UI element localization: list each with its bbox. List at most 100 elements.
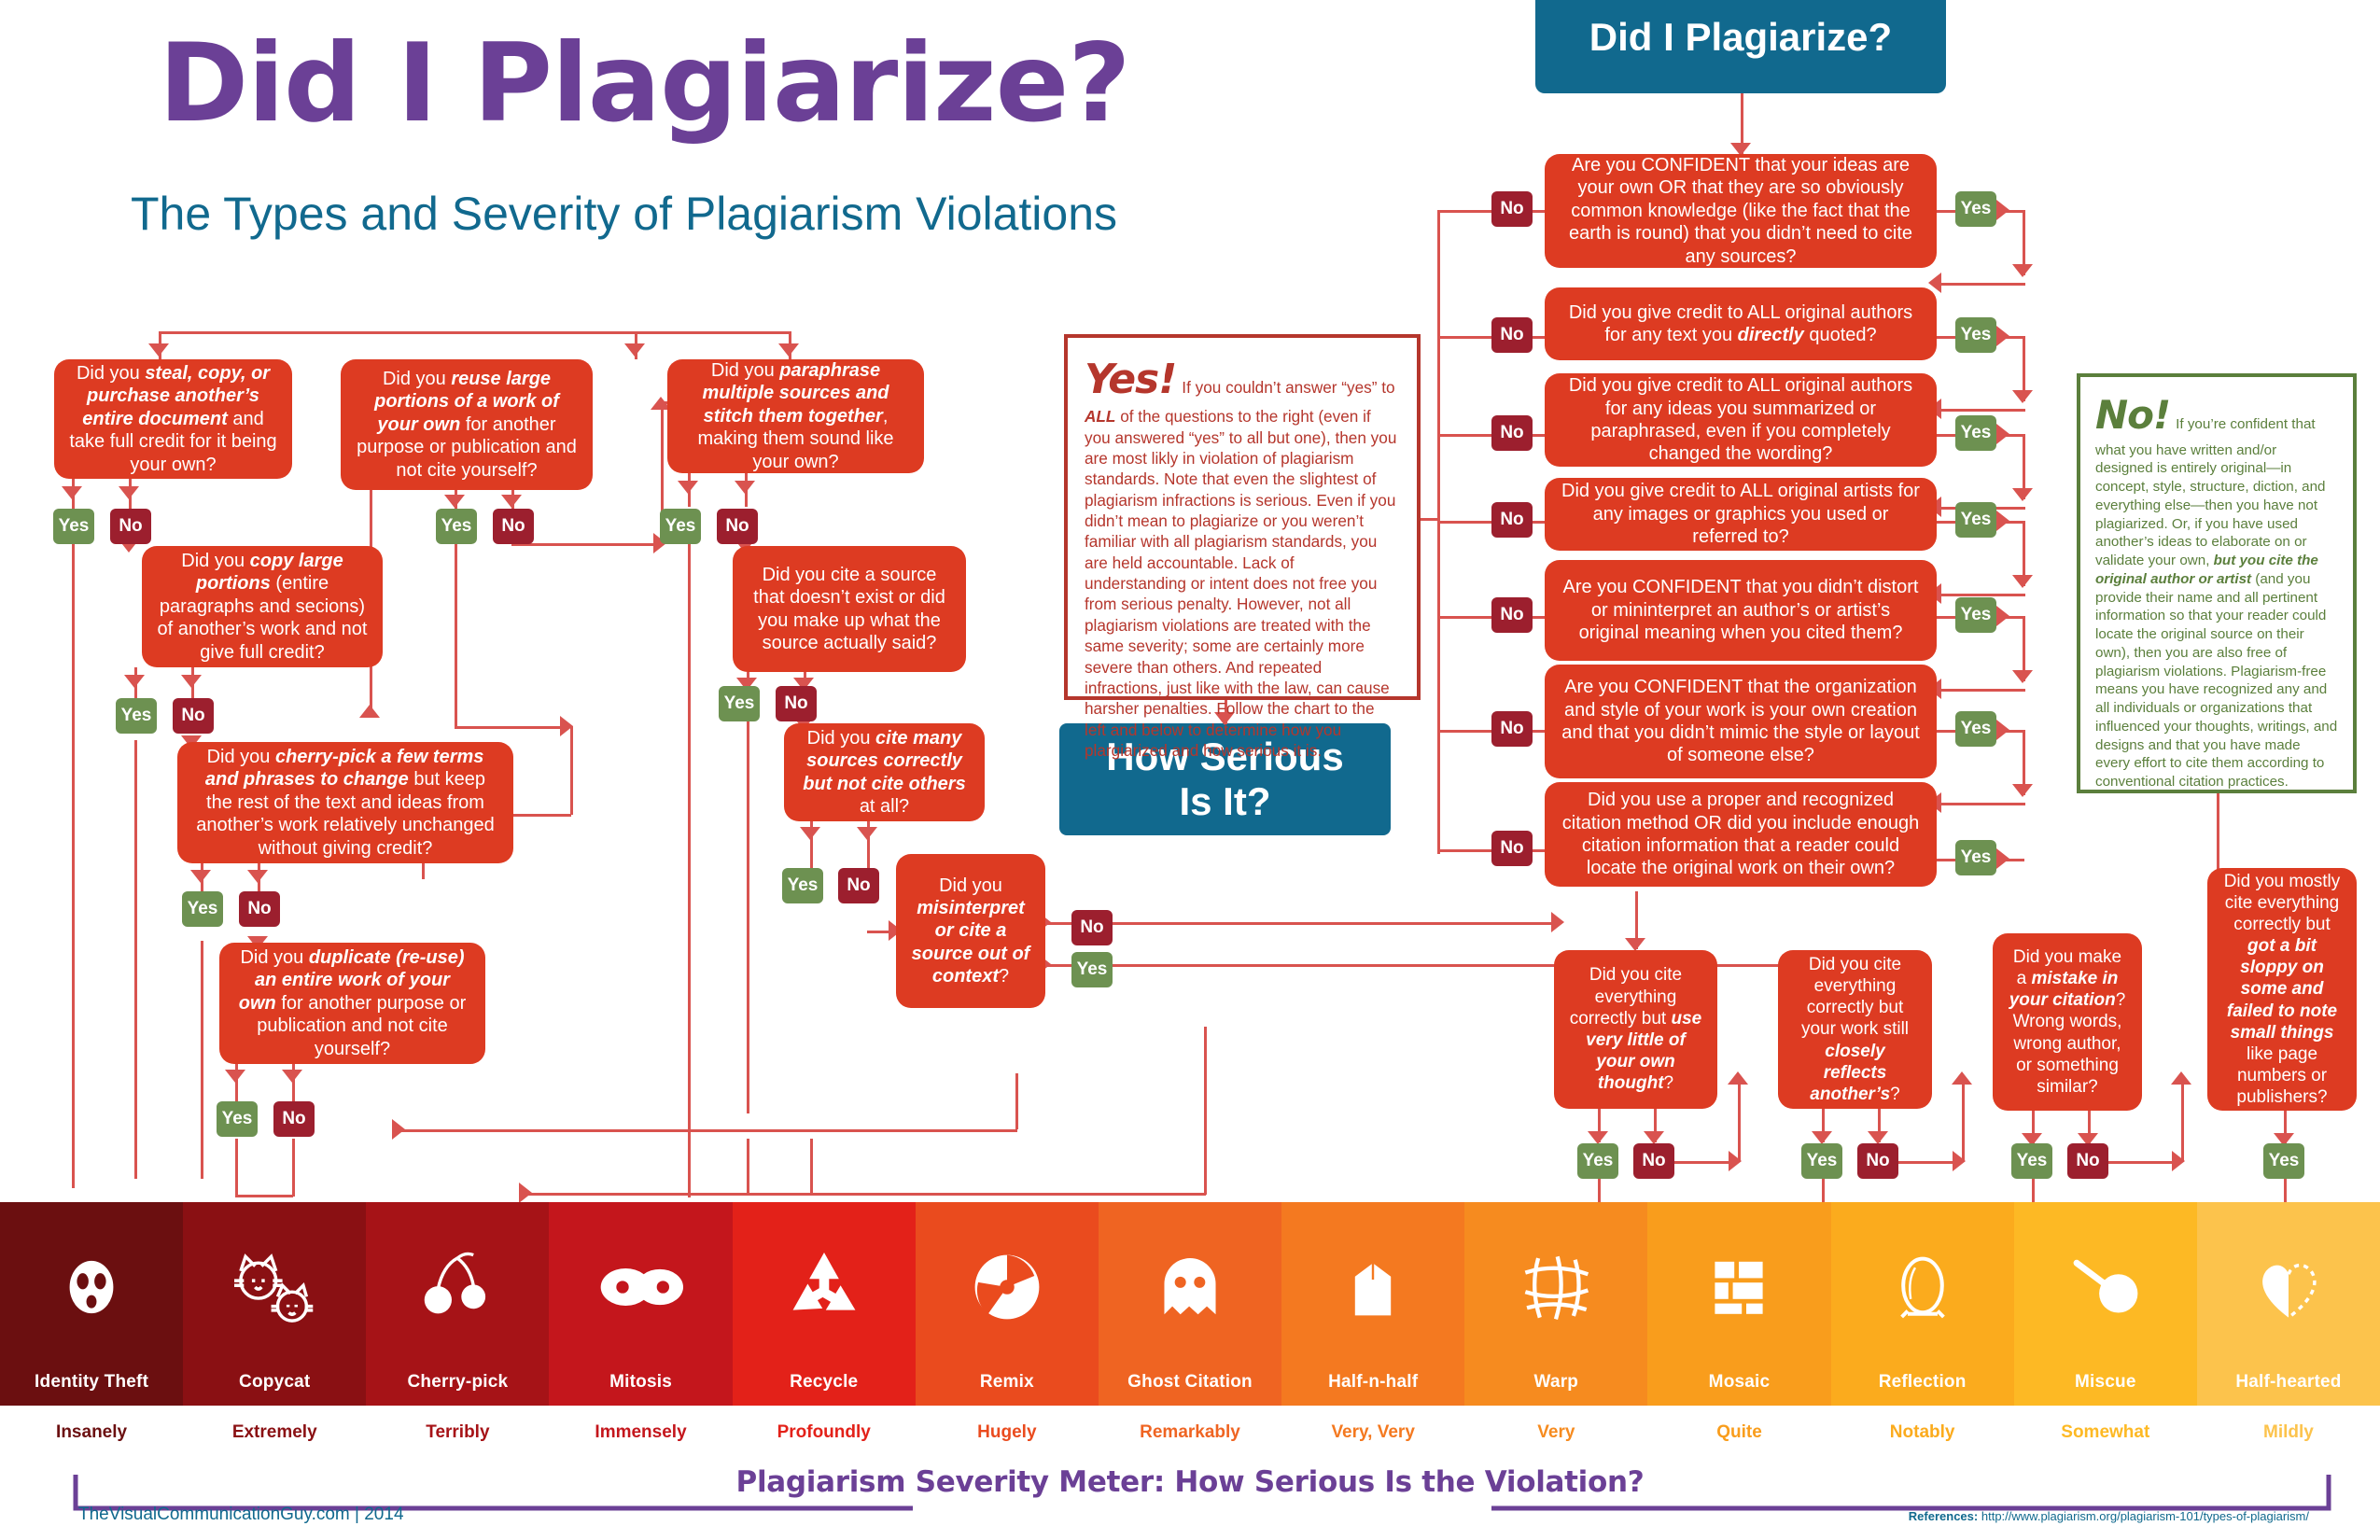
yes-pill: Yes [182,891,223,927]
connector-line [1996,616,2024,619]
recycle-icon [733,1202,916,1372]
connector-arrow-down [678,481,698,494]
connector-line [1437,849,1491,852]
connector-arrow-down [857,827,877,840]
yes-pill: Yes [719,686,760,721]
severity-column-12: Miscue [2013,1202,2197,1406]
connector-line [1533,730,1546,733]
connector-line [1937,616,1955,619]
severity-adverb: Insanely [56,1422,128,1442]
no-pill: No [1491,711,1533,747]
warp-grid-icon [1464,1202,1647,1372]
severity-adverb: Mildly [2263,1422,2314,1442]
connector-line [1996,730,2024,733]
connector-arrow-down [624,343,645,357]
yes-pill: Yes [1955,317,1996,353]
severity-name: Miscue [2074,1372,2136,1392]
connector-line [810,1139,813,1195]
connector-line [1533,616,1546,619]
no-pill: No [717,509,758,544]
q-credit-paraphrased-text: Did you give credit to ALL original auth… [1568,375,1913,465]
severity-adverb: Hugely [977,1422,1037,1442]
connector-line [292,1139,295,1197]
connector-line [1738,1078,1741,1162]
connector-arrow-up [2171,1071,2191,1085]
connector-line [1937,859,1955,861]
no-pill: No [173,698,214,734]
yes-pill: Yes [1955,502,1996,538]
severity-name: Identity Theft [35,1372,149,1392]
yes-pill: Yes [1801,1143,1842,1179]
connector-line [455,544,457,726]
connector-line [511,543,661,546]
q-paraphrase: Did you paraphrase multiple sources and … [667,359,924,473]
severity-name: Ghost Citation [1127,1372,1253,1392]
half-heart-icon [2197,1202,2380,1372]
severity-meter-strip: Identity Theft Copycat Cherry-pick Mitosis R… [0,1202,2380,1406]
connector-line [1937,210,1955,213]
carton-icon [1281,1202,1464,1372]
no-pill: No [1491,191,1533,227]
connector-line [747,1139,749,1195]
q-confident-ideas: Are you CONFIDENT that your ideas are yo… [1545,154,1937,268]
connector-line [235,1139,238,1197]
connector-arrow-down [190,870,211,883]
connector-line [235,1195,293,1197]
severity-adverb: Quite [1716,1422,1762,1442]
yes-pill: Yes [1955,191,1996,227]
connector-line [1996,859,2024,861]
connector-arrow-right [519,1183,532,1203]
yes-callout-body-1: If you couldn’t answer “yes” to [1182,378,1395,397]
connector-line [635,331,789,334]
connector-arrow-up [359,705,380,718]
connector-arrow-down [2012,264,2033,277]
q-credit-quoted-text: Did you give credit to ALL original auth… [1568,301,1913,345]
connector-line [401,1129,1017,1132]
q-steal: Did you steal, copy, or purchase another… [54,359,292,479]
references-url[interactable]: http://www.plagiarism.org/plagiarism-101… [1981,1509,2309,1523]
q-fake-source: Did you cite a source that doesn’t exist… [733,546,966,672]
q-duplicate-text: Did you duplicate (re-use) an entire wor… [238,947,467,1059]
connector-line [1533,336,1546,339]
connector-line [1937,283,2025,286]
connector-arrow-down [444,495,465,508]
connector-arrow-down [800,827,820,840]
yes-pill: Yes [217,1101,258,1137]
severity-column-6: Remix [915,1202,1099,1406]
yes-pill: Yes [1577,1143,1618,1179]
severity-adverb: Terribly [426,1422,490,1442]
q-little-own-thought-text: Did you cite everything correctly but us… [1569,965,1702,1094]
no-pill: No [1491,502,1533,538]
q-duplicate: Did you duplicate (re-use) an entire wor… [219,943,485,1064]
severity-adverb: Remarkably [1140,1422,1240,1442]
connector-arrow-down [1812,1131,1832,1144]
severity-column-9: Warp [1464,1202,1648,1406]
severity-meter-adverbs: Insanely Extremely Terribly Immensely Profou… [0,1406,2380,1460]
connector-arrow-up [1728,1071,1748,1085]
q-citation-mistake: Did you make a mistake in your citation?… [1993,933,2142,1111]
page-subtitle: The Types and Severity of Plagiarism Vio… [131,188,1118,240]
connector-line [1437,210,1440,854]
yes-pill: Yes [1955,711,1996,747]
q-bit-sloppy-text: Did you mostly cite everything correctly… [2223,871,2341,1108]
q-misinterpret: Did you misinterpret or cite a source ou… [896,854,1045,1008]
connector-line [1937,336,1955,339]
connector-line [1113,964,1878,967]
q-citation-mistake-text: Did you make a mistake in your citation?… [2009,946,2126,1097]
severity-name: Recycle [790,1372,859,1392]
connector-line [1962,1078,1965,1162]
severity-adverb: Profoundly [777,1422,871,1442]
severity-name: Remix [979,1372,1034,1392]
no-pill: No [776,686,817,721]
connector-line [1015,1073,1018,1129]
connector-line [72,544,75,1188]
no-pill: No [493,509,534,544]
connector-line [1996,210,2024,213]
connector-arrow-down [2012,670,2033,683]
connector-line [1533,434,1546,437]
cue-ball-icon [2014,1202,2197,1372]
severity-column-2: Copycat [183,1202,367,1406]
connector-arrow-down [124,675,145,688]
severity-column-13: Half-hearted [2196,1202,2380,1406]
connector-line [1937,521,1955,524]
